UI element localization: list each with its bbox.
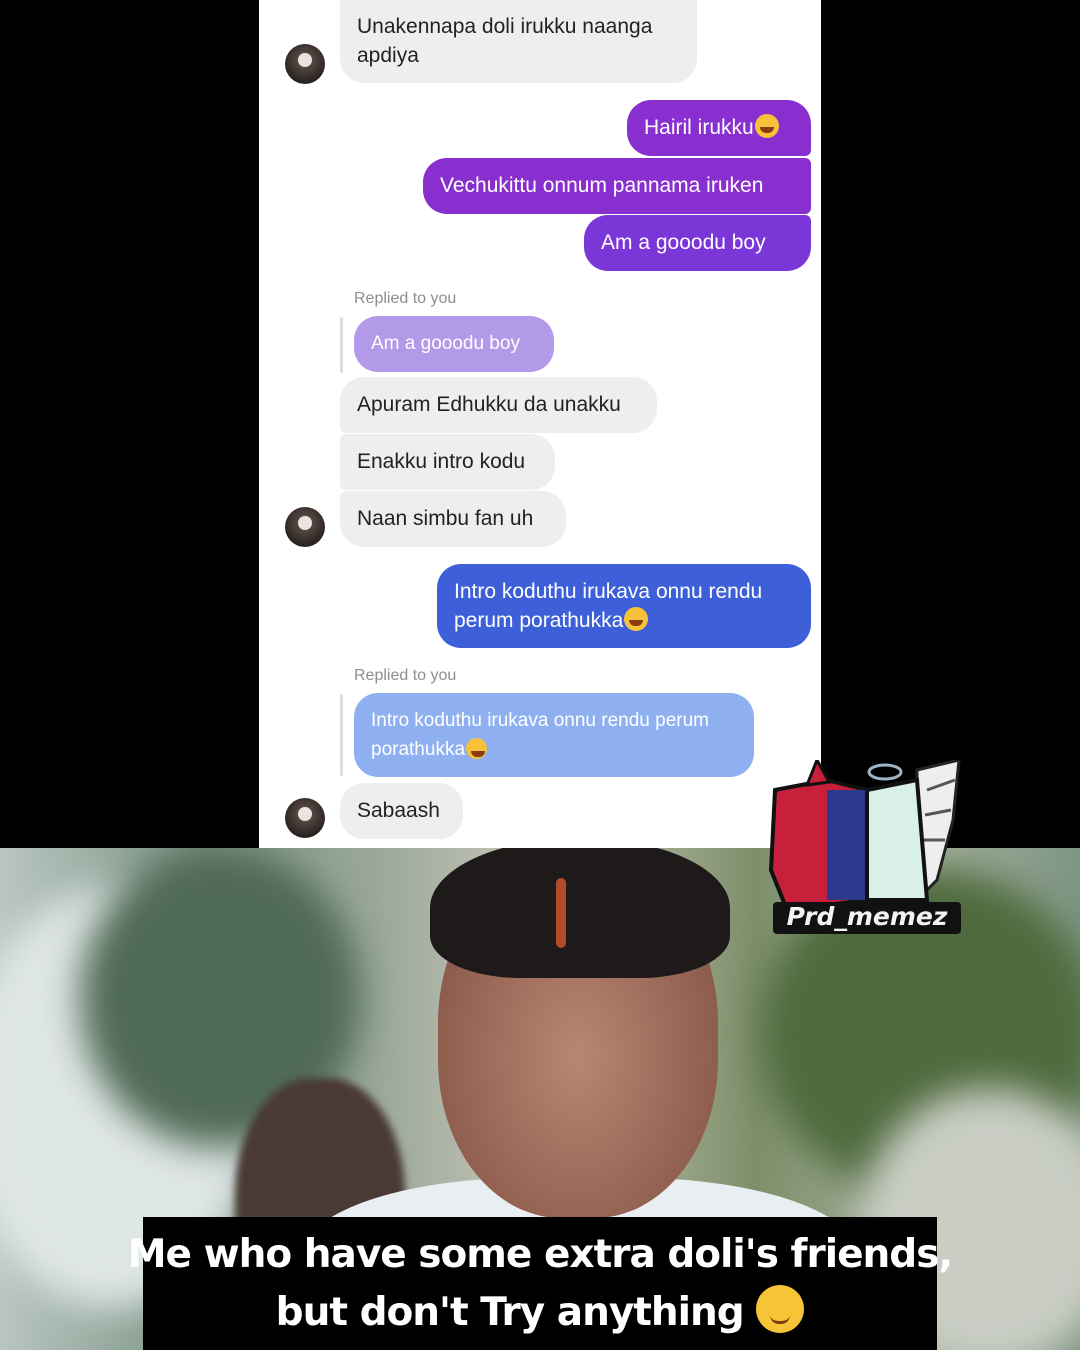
face-with-tears-of-joy-icon (466, 738, 488, 759)
caption-line-1: Me who have some extra doli's friends, (127, 1231, 953, 1277)
avatar[interactable] (285, 44, 325, 84)
message-text: Vechukittu onnum pannama iruken (440, 174, 764, 197)
meme-caption: Me who have some extra doli's friends, b… (128, 1217, 953, 1350)
message-text: Unakennapa doli irukku naanga apdiya (357, 15, 653, 67)
face-with-tears-of-joy-icon (624, 607, 649, 631)
reply-bar (340, 317, 343, 373)
watermark-text: Prd_memez (786, 902, 948, 931)
incoming-message: Unakennapa doli irukku naanga apdiya (340, 0, 697, 83)
prd-memez-logo: Prd_memez (767, 756, 963, 935)
reply-label: Replied to you (354, 667, 457, 684)
caption-line-2: but don't Try anything (276, 1284, 805, 1342)
avatar[interactable] (285, 507, 325, 547)
tilak-mark (556, 878, 566, 948)
quoted-message[interactable]: Intro koduthu irukava onnu rendu perum p… (354, 693, 754, 777)
quoted-message[interactable]: Am a gooodu boy (354, 316, 554, 372)
message-text: Sabaash (357, 799, 440, 822)
outgoing-message: Vechukittu onnum pannama iruken (423, 158, 811, 214)
outgoing-message: Hairil irukku (627, 100, 811, 156)
caption-line-2-text: but don't Try anything (275, 1289, 745, 1335)
message-text: Naan simbu fan uh (357, 507, 534, 530)
message-text: Intro koduthu irukava onnu rendu perum p… (454, 580, 763, 632)
face-with-tears-of-joy-icon (754, 114, 779, 138)
incoming-message: Apuram Edhukku da unakku (340, 377, 657, 433)
avatar[interactable] (285, 798, 325, 838)
incoming-message: Sabaash (340, 783, 463, 839)
reply-label: Replied to you (354, 290, 457, 307)
message-text: Apuram Edhukku da unakku (357, 393, 621, 416)
incoming-message: Naan simbu fan uh (340, 491, 566, 547)
man-hair (430, 848, 730, 978)
quoted-text: Intro koduthu irukava onnu rendu perum p… (371, 710, 709, 760)
message-text: Am a gooodu boy (601, 231, 766, 254)
outgoing-message: Am a gooodu boy (584, 215, 811, 271)
message-text: Enakku intro kodu (357, 450, 526, 473)
outgoing-message: Intro koduthu irukava onnu rendu perum p… (437, 564, 811, 648)
message-text: Hairil irukku (644, 116, 754, 139)
reply-bar (340, 694, 343, 776)
relieved-face-icon (756, 1284, 805, 1333)
quoted-text: Am a gooodu boy (371, 333, 520, 354)
incoming-message: Enakku intro kodu (340, 434, 555, 490)
chat-screenshot: Unakennapa doli irukku naanga apdiya Hai… (259, 0, 821, 848)
